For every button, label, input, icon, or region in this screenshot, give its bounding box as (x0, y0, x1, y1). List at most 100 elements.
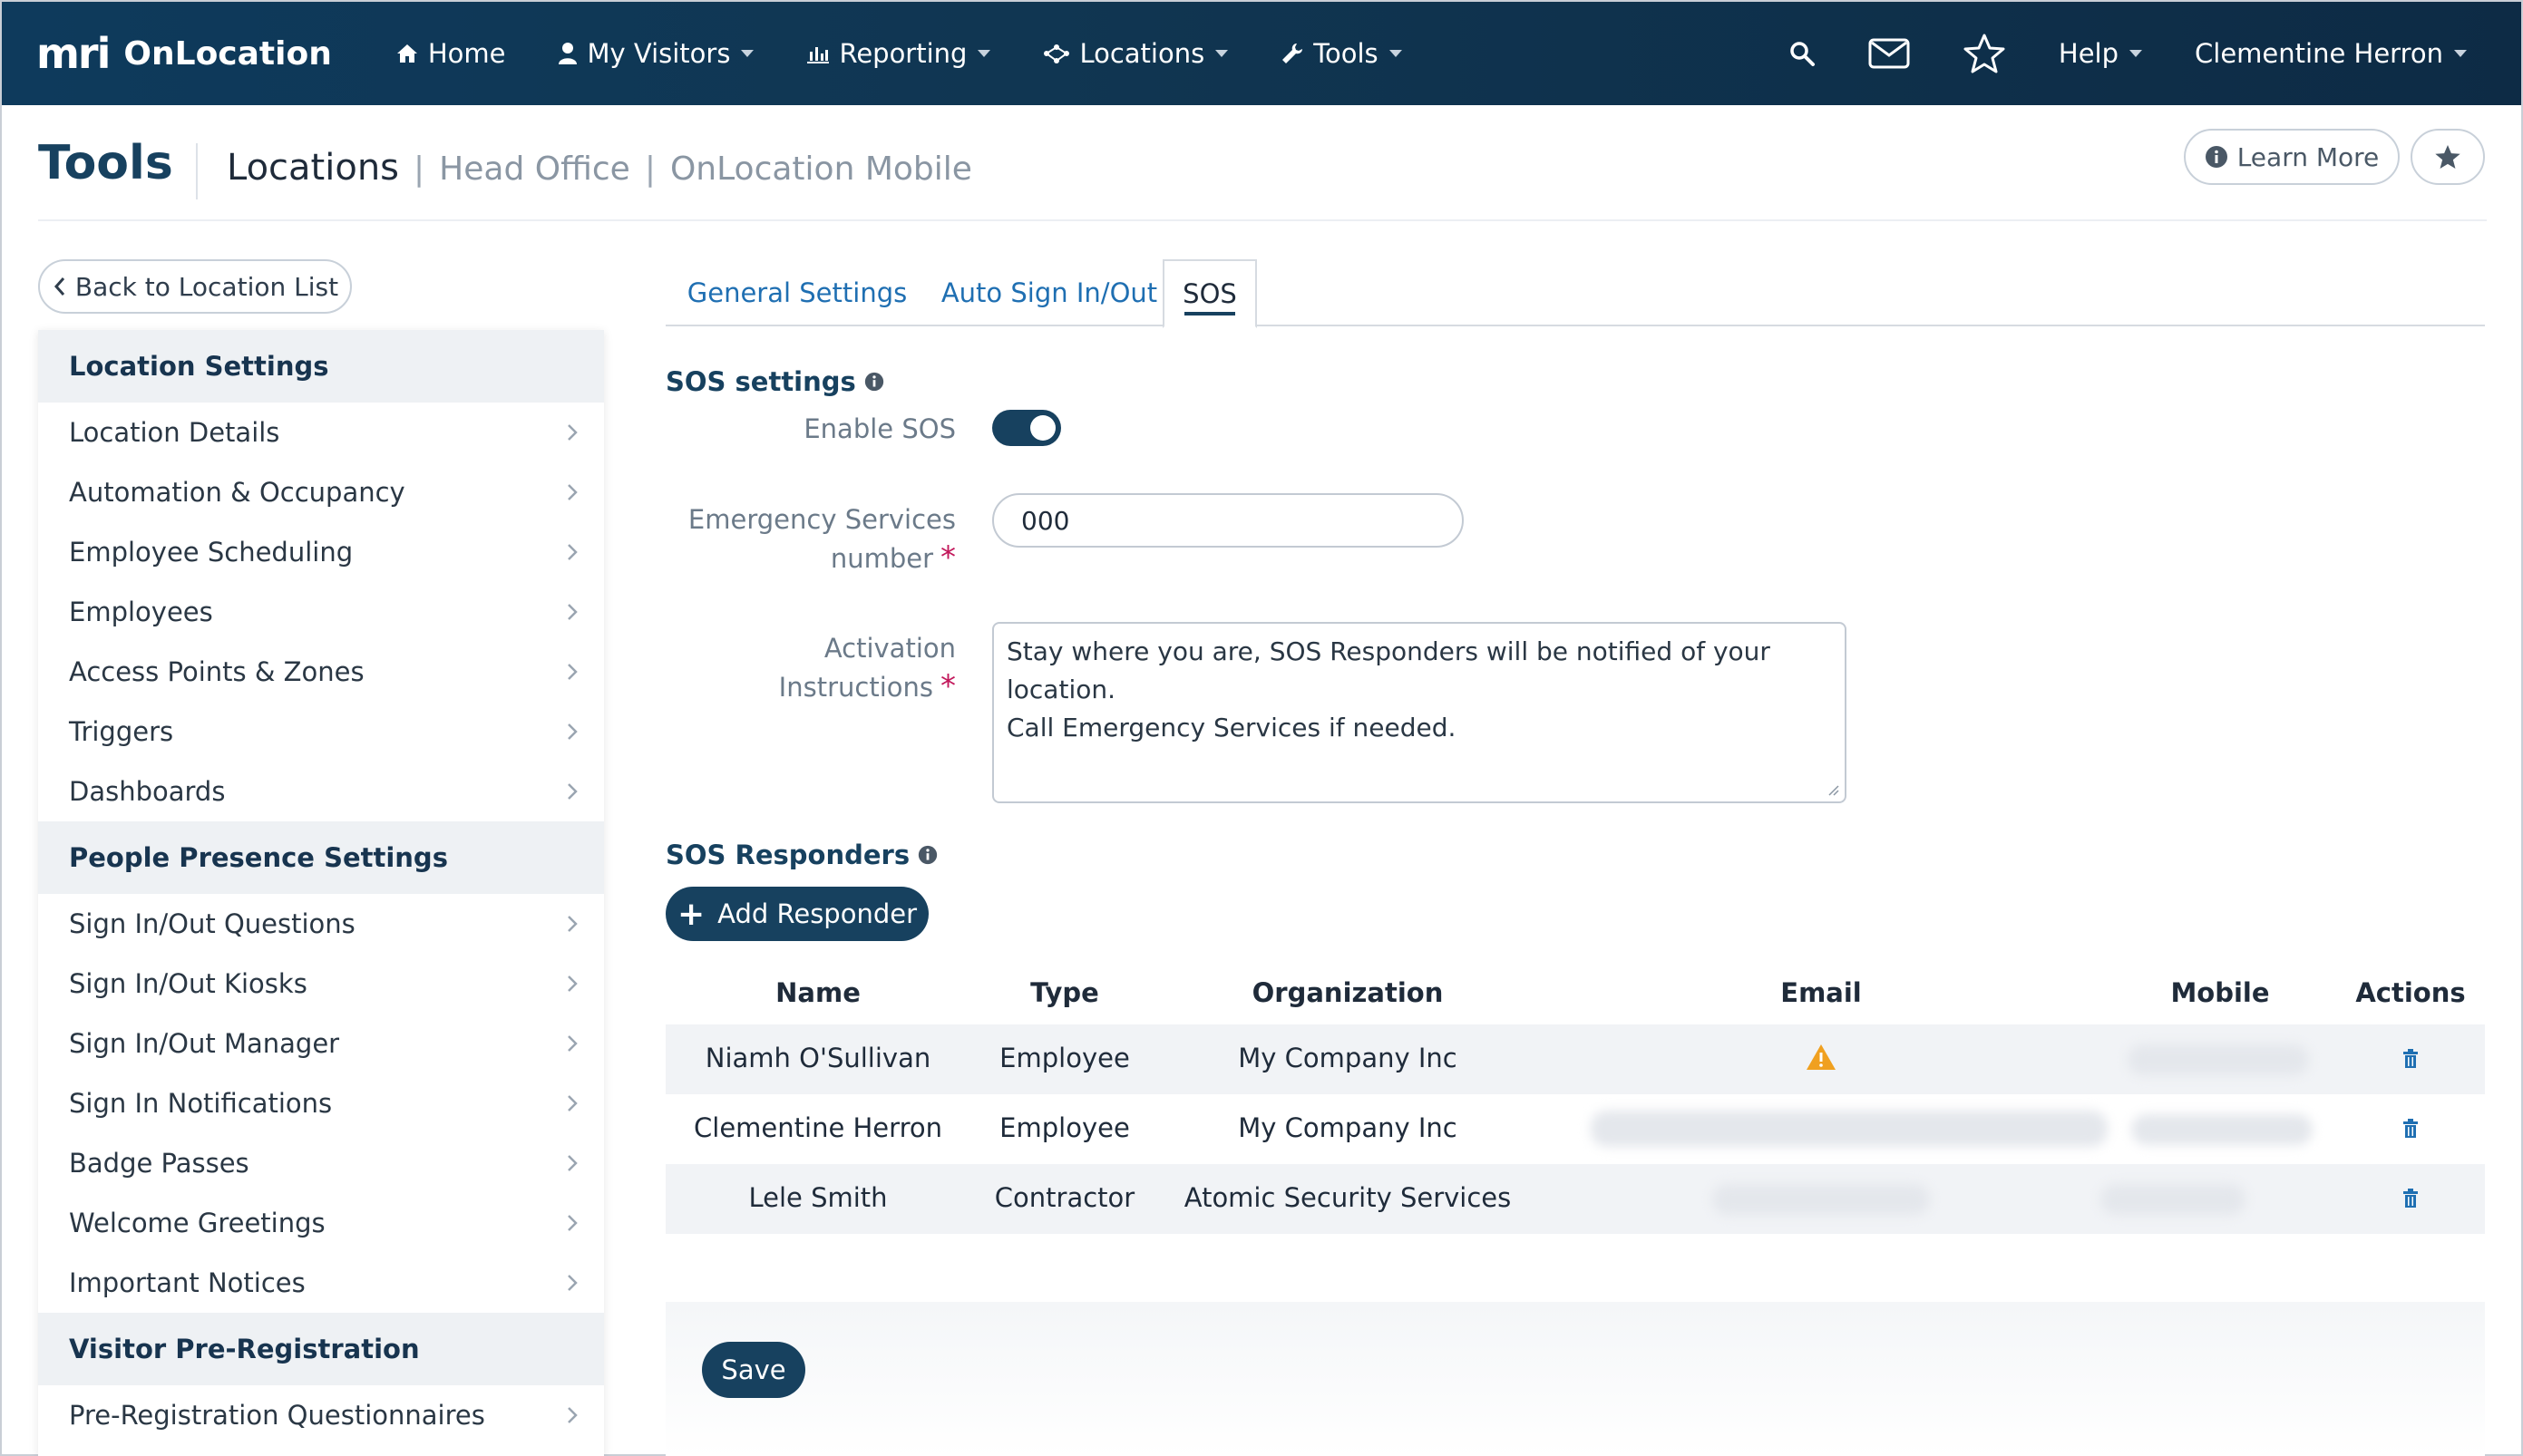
brand-mark: mri (36, 29, 111, 78)
sos-responders-heading-label: SOS Responders (666, 840, 911, 870)
info-icon[interactable] (863, 371, 885, 393)
nav-reporting[interactable]: Reporting (806, 38, 991, 69)
trash-icon[interactable] (2402, 1119, 2419, 1139)
responder-name: Lele Smith (748, 1182, 888, 1213)
column-header-organization[interactable]: Organization (1252, 977, 1444, 1008)
chevron-right-icon (568, 544, 578, 560)
search-button[interactable] (1788, 40, 1816, 67)
sidebar-item-label: Employee Scheduling (69, 537, 354, 568)
wrench-icon (1282, 44, 1303, 63)
redacted-mobile (2100, 1184, 2245, 1215)
column-header-email[interactable]: Email (1780, 977, 1861, 1008)
sidebar-item-label: Sign In/Out Manager (69, 1028, 340, 1059)
breadcrumb-site: OnLocation Mobile (669, 150, 972, 188)
responder-organization: My Company Inc (1238, 1043, 1457, 1073)
nav-help[interactable]: Help (2059, 38, 2143, 69)
trash-icon[interactable] (2402, 1189, 2419, 1208)
chevron-down-icon (2454, 50, 2467, 57)
emergency-number-input[interactable]: 000 (992, 493, 1464, 548)
user-icon (559, 43, 578, 64)
emergency-number-label-line1: Emergency Services (687, 504, 956, 535)
brand-logo[interactable]: mri OnLocation (36, 29, 332, 78)
enable-sos-label-text: Enable SOS (804, 413, 956, 444)
redacted-email (1712, 1184, 1930, 1215)
network-icon (1044, 44, 1070, 63)
messages-button[interactable] (1868, 38, 1910, 69)
sidebar-item-important-notices[interactable]: Important Notices (38, 1253, 604, 1313)
nav-my-visitors[interactable]: My Visitors (558, 38, 755, 69)
sidebar-section-people-presence: People Presence Settings (38, 821, 604, 894)
sidebar-item-automation-occupancy[interactable]: Automation & Occupancy (38, 462, 604, 522)
chevron-right-icon (568, 1407, 578, 1423)
responder-type: Employee (999, 1112, 1130, 1143)
sidebar-item-sign-in-out-manager[interactable]: Sign In/Out Manager (38, 1014, 604, 1073)
activation-instructions-label-line2: Instructions (778, 672, 933, 703)
header-divider (38, 219, 2487, 221)
plus-icon: + (677, 895, 706, 933)
nav-home-label: Home (427, 38, 506, 69)
responder-organization: My Company Inc (1238, 1112, 1457, 1143)
nav-user-menu[interactable]: Clementine Herron (2195, 38, 2467, 69)
responder-name: Niamh O'Sullivan (705, 1043, 931, 1073)
sidebar-item-sign-in-out-kiosks[interactable]: Sign In/Out Kiosks (38, 954, 604, 1014)
chevron-right-icon (568, 424, 578, 441)
settings-tabs: General Settings Auto Sign In/Out SOS (666, 259, 2485, 328)
resize-grip-icon[interactable] (1826, 783, 1839, 796)
tab-general-settings[interactable]: General Settings (666, 259, 929, 326)
sidebar-item-employees[interactable]: Employees (38, 582, 604, 642)
sidebar-item-pre-registration-questionnaires[interactable]: Pre-Registration Questionnaires (38, 1385, 604, 1445)
tab-sos[interactable]: SOS (1163, 259, 1257, 328)
active-tab-indicator (1184, 312, 1235, 315)
sidebar-item-location-details[interactable]: Location Details (38, 403, 604, 462)
sos-settings-heading-label: SOS settings (666, 366, 856, 397)
breadcrumb: Locations | Head Office | OnLocation Mob… (227, 147, 972, 189)
chevron-right-icon (568, 604, 578, 620)
info-icon[interactable] (917, 844, 939, 866)
nav-my-visitors-label: My Visitors (587, 38, 731, 69)
favorites-button[interactable] (1963, 33, 2006, 74)
learn-more-button[interactable]: Learn More (2184, 129, 2400, 185)
sidebar-item-label: Triggers (69, 716, 174, 747)
nav-tools[interactable]: Tools (1281, 38, 1402, 69)
nav-home[interactable]: Home (395, 38, 506, 69)
chevron-right-icon (568, 1215, 578, 1231)
trash-icon[interactable] (2402, 1049, 2419, 1069)
sidebar-item-access-points-zones[interactable]: Access Points & Zones (38, 642, 604, 702)
sidebar-item-label: Access Points & Zones (69, 656, 365, 687)
sidebar-item-label: Sign In/Out Questions (69, 908, 356, 939)
chevron-down-icon (1215, 50, 1229, 57)
sidebar-item-welcome-greetings[interactable]: Welcome Greetings (38, 1193, 604, 1253)
sidebar-item-triggers[interactable]: Triggers (38, 702, 604, 762)
redacted-email (1591, 1111, 2108, 1147)
chevron-right-icon (568, 484, 578, 500)
breadcrumb-separator: | (414, 150, 425, 188)
chevron-right-icon (568, 1035, 578, 1052)
tab-auto-sign-in-out[interactable]: Auto Sign In/Out (929, 259, 1170, 326)
nav-locations[interactable]: Locations (1043, 38, 1229, 69)
sidebar-item-badge-passes[interactable]: Badge Passes (38, 1133, 604, 1193)
sos-settings-heading: SOS settings (666, 366, 885, 397)
sidebar-section-visitor-pre-registration: Visitor Pre-Registration (38, 1313, 604, 1385)
sidebar-item-sign-in-out-questions[interactable]: Sign In/Out Questions (38, 894, 604, 954)
sidebar-item-label: Automation & Occupancy (69, 477, 405, 508)
favorite-page-button[interactable] (2411, 129, 2485, 185)
sidebar-item-sign-in-notifications[interactable]: Sign In Notifications (38, 1073, 604, 1133)
add-responder-label: Add Responder (717, 898, 918, 929)
add-responder-button[interactable]: + Add Responder (666, 887, 929, 941)
column-header-type[interactable]: Type (1030, 977, 1099, 1008)
save-button[interactable]: Save (702, 1342, 805, 1398)
star-outline-icon (1963, 34, 2005, 73)
sidebar-item-employee-scheduling[interactable]: Employee Scheduling (38, 522, 604, 582)
responder-type: Employee (999, 1043, 1130, 1073)
activation-instructions-line1: Stay where you are, SOS Responders will … (1007, 636, 1770, 704)
activation-instructions-textarea[interactable]: Stay where you are, SOS Responders will … (992, 622, 1846, 803)
sidebar-item-dashboards[interactable]: Dashboards (38, 762, 604, 821)
chevron-right-icon (568, 916, 578, 932)
sidebar-item-label: Welcome Greetings (69, 1208, 326, 1238)
back-to-location-list-button[interactable]: Back to Location List (38, 259, 352, 314)
column-header-mobile[interactable]: Mobile (2170, 977, 2269, 1008)
chevron-right-icon (568, 1275, 578, 1291)
column-header-name[interactable]: Name (775, 977, 861, 1008)
sidebar-item-label: Location Details (69, 417, 280, 448)
enable-sos-toggle[interactable] (992, 410, 1061, 446)
